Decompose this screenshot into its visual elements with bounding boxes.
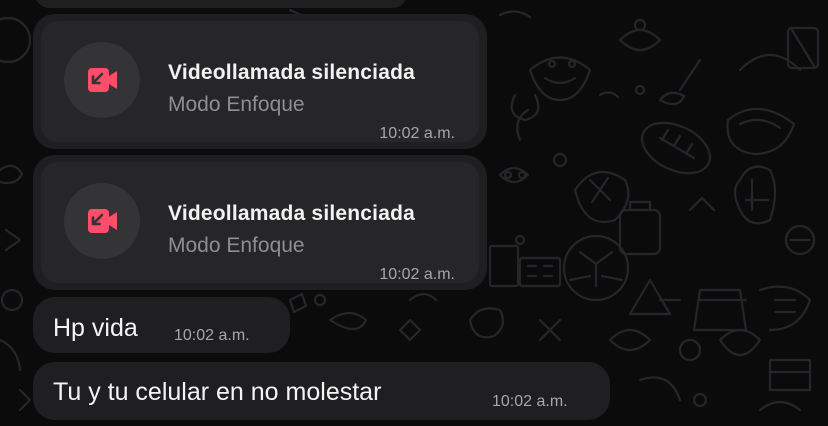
previous-message-bubble <box>35 0 407 8</box>
call-subtitle: Modo Enfoque <box>168 93 305 116</box>
text-message-bubble[interactable]: Tu y tu celular en no molestar 10:02 a.m… <box>33 362 610 420</box>
call-title: Videollamada silenciada <box>168 61 415 84</box>
missed-video-call-icon <box>88 68 117 92</box>
call-title: Videollamada silenciada <box>168 202 415 225</box>
message-text: Hp vida <box>53 314 138 342</box>
call-card[interactable]: Videollamada silenciada Modo Enfoque 10:… <box>41 21 479 142</box>
missed-video-call-icon <box>88 209 117 233</box>
message-text: Tu y tu celular en no molestar <box>53 378 382 406</box>
missed-video-call-icon-container <box>64 42 140 118</box>
message-timestamp: 10:02 a.m. <box>492 393 568 410</box>
message-timestamp: 10:02 a.m. <box>379 125 455 142</box>
call-subtitle: Modo Enfoque <box>168 234 305 257</box>
call-message-bubble[interactable]: Videollamada silenciada Modo Enfoque 10:… <box>33 14 487 149</box>
missed-video-call-icon-container <box>64 183 140 259</box>
text-message-bubble[interactable]: Hp vida 10:02 a.m. <box>33 297 290 353</box>
call-card[interactable]: Videollamada silenciada Modo Enfoque 10:… <box>41 162 479 283</box>
message-timestamp: 10:02 a.m. <box>174 327 250 344</box>
message-timestamp: 10:02 a.m. <box>379 266 455 283</box>
call-message-bubble[interactable]: Videollamada silenciada Modo Enfoque 10:… <box>33 155 487 290</box>
